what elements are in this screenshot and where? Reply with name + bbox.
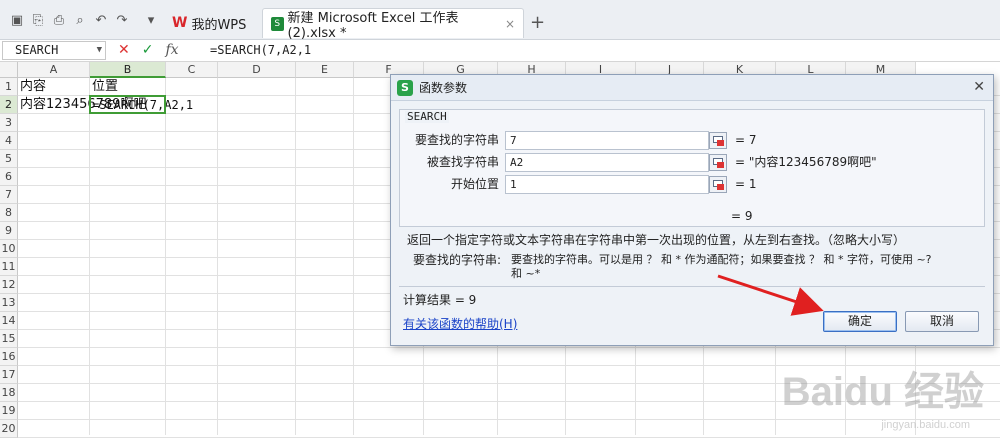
- tab-workbook[interactable]: S 新建 Microsoft Excel 工作表 (2).xlsx * ×: [262, 8, 524, 38]
- row-header-3[interactable]: 3: [0, 114, 18, 132]
- select-all-corner[interactable]: [0, 62, 18, 78]
- spreadsheet-icon: S: [271, 17, 284, 31]
- row-header-6[interactable]: 6: [0, 168, 18, 186]
- customize-dropdown-icon[interactable]: ▾: [142, 13, 160, 29]
- arg-label-find-text: 要查找的字符串: [399, 131, 499, 149]
- row-header-20[interactable]: 20: [0, 420, 18, 438]
- arg-result-start-num: = 1: [735, 175, 757, 193]
- active-cell-outline: [89, 95, 166, 114]
- row-header-4[interactable]: 4: [0, 132, 18, 150]
- title-bar: ▣ ⎘ ⎙ ⌕ ↶ ↷ ▾ W 我的WPS S 新建 Microsoft Exc…: [0, 0, 1000, 40]
- divider: [399, 286, 985, 287]
- close-tab-icon[interactable]: ×: [505, 17, 515, 31]
- undo-icon[interactable]: ↶: [92, 13, 110, 29]
- export-icon[interactable]: ⎘: [29, 13, 47, 29]
- arg-label-start-num: 开始位置: [399, 175, 499, 193]
- ok-button[interactable]: 确定: [823, 311, 897, 332]
- row-header-17[interactable]: 17: [0, 366, 18, 384]
- function-help-link[interactable]: 有关该函数的帮助(H): [403, 315, 517, 332]
- arg-input-find-text[interactable]: 7: [505, 131, 709, 150]
- arg-result-within-text: = "内容123456789啊吧": [735, 153, 877, 171]
- row-header-15[interactable]: 15: [0, 330, 18, 348]
- column-header-a[interactable]: A: [18, 62, 90, 78]
- overall-result: = 9: [731, 208, 753, 224]
- tab-workbook-label: 新建 Microsoft Excel 工作表 (2).xlsx *: [288, 7, 497, 41]
- cell-b1[interactable]: 位置: [90, 78, 118, 96]
- row-header-8[interactable]: 8: [0, 204, 18, 222]
- row-header-7[interactable]: 7: [0, 186, 18, 204]
- row-header-5[interactable]: 5: [0, 150, 18, 168]
- row-header-14[interactable]: 14: [0, 312, 18, 330]
- dialog-title-bar[interactable]: S 函数参数 ✕: [391, 75, 993, 101]
- column-header-c[interactable]: C: [166, 62, 218, 78]
- gridline: [18, 347, 1000, 348]
- row-header-1[interactable]: 1: [0, 78, 18, 96]
- print-preview-icon[interactable]: ⌕: [71, 13, 89, 29]
- save-icon[interactable]: ▣: [8, 13, 26, 29]
- cell-a1[interactable]: 内容: [18, 78, 46, 96]
- tab-my-wps[interactable]: W 我的WPS: [164, 8, 260, 38]
- cancel-formula-icon[interactable]: ✕: [118, 41, 130, 60]
- insert-function-icon[interactable]: fx: [165, 41, 178, 60]
- row-header-11[interactable]: 11: [0, 258, 18, 276]
- row-header-18[interactable]: 18: [0, 384, 18, 402]
- arg-result-find-text: = 7: [735, 131, 757, 149]
- arg-help-label: 要查找的字符串:: [413, 252, 501, 268]
- formula-bar: SEARCH ▼ ✕ ✓ fx =SEARCH(7,A2,1: [0, 40, 1000, 62]
- gridline: [18, 419, 1000, 420]
- arg-label-within-text: 被查找字符串: [399, 153, 499, 171]
- wps-spreadsheet-logo-icon: S: [397, 80, 413, 96]
- arg-help-text-cont: 和 ~*: [511, 266, 540, 282]
- quick-access-toolbar: ▣ ⎘ ⎙ ⌕ ↶ ↷ ▾: [8, 12, 163, 30]
- arg-input-start-num[interactable]: 1: [505, 175, 709, 194]
- formula-input[interactable]: =SEARCH(7,A2,1: [200, 41, 995, 60]
- arg-help-text: 要查找的字符串。可以是用 ？ 和 * 作为通配符；如果要查找 ？ 和 * 字符，…: [511, 252, 932, 268]
- calc-result: 计算结果 = 9: [403, 292, 476, 308]
- row-header-16[interactable]: 16: [0, 348, 18, 366]
- name-box[interactable]: SEARCH ▼: [2, 41, 106, 60]
- range-select-icon[interactable]: [709, 154, 727, 171]
- column-header-b[interactable]: B: [90, 62, 166, 78]
- arg-input-within-text[interactable]: A2: [505, 153, 709, 172]
- function-name-label: SEARCH: [405, 111, 449, 123]
- row-header-2[interactable]: 2: [0, 96, 18, 114]
- function-arguments-dialog: S 函数参数 ✕ SEARCH 要查找的字符串 7 = 7 被查找字符串 A2 …: [390, 74, 994, 346]
- new-tab-button[interactable]: +: [530, 12, 545, 33]
- baidu-watermark-logo: Baidu 经验: [782, 359, 984, 417]
- row-header-19[interactable]: 19: [0, 402, 18, 420]
- column-header-d[interactable]: D: [218, 62, 296, 78]
- wps-logo-icon: W: [172, 15, 187, 31]
- row-header-9[interactable]: 9: [0, 222, 18, 240]
- print-icon[interactable]: ⎙: [50, 13, 68, 29]
- chevron-down-icon[interactable]: ▼: [97, 42, 102, 59]
- cancel-button[interactable]: 取消: [905, 311, 979, 332]
- row-header-13[interactable]: 13: [0, 294, 18, 312]
- baidu-watermark-url: jingyan.baidu.com: [881, 419, 970, 431]
- redo-icon[interactable]: ↷: [113, 13, 131, 29]
- name-box-value: SEARCH: [15, 43, 58, 57]
- row-header-10[interactable]: 10: [0, 240, 18, 258]
- row-header-12[interactable]: 12: [0, 276, 18, 294]
- tab-my-wps-label: 我的WPS: [191, 14, 246, 33]
- dialog-title: 函数参数: [419, 80, 467, 96]
- confirm-formula-icon[interactable]: ✓: [142, 41, 154, 60]
- range-select-icon[interactable]: [709, 132, 727, 149]
- column-header-e[interactable]: E: [296, 62, 354, 78]
- function-description: 返回一个指定字符或文本字符串在字符串中第一次出现的位置，从左到右查找。（忽略大小…: [407, 232, 905, 248]
- close-icon[interactable]: ✕: [973, 79, 985, 95]
- range-select-icon[interactable]: [709, 176, 727, 193]
